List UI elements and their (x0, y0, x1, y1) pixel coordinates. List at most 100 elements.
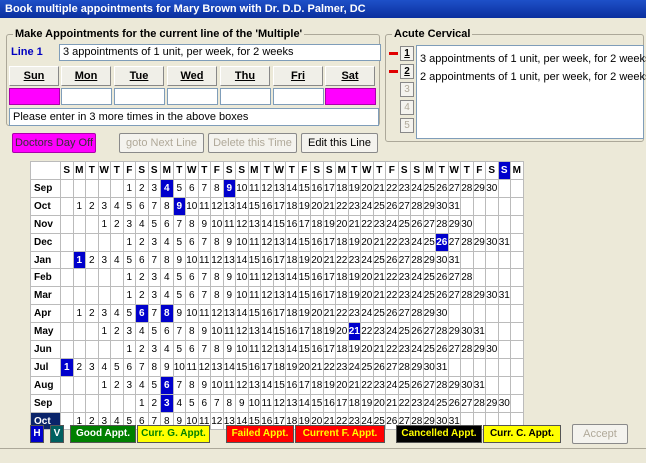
calendar-day[interactable]: 20 (310, 304, 324, 324)
calendar-day[interactable]: 19 (347, 268, 361, 288)
calendar-day[interactable]: 30 (485, 340, 499, 359)
tue-time-input[interactable] (114, 88, 165, 105)
calendar-day[interactable]: 16 (310, 286, 324, 306)
calendar-day[interactable]: 30 (460, 375, 474, 395)
calendar-day[interactable]: 27 (397, 250, 411, 270)
calendar-day[interactable]: 24 (360, 196, 374, 216)
calendar-day[interactable]: 17 (322, 179, 336, 198)
calendar-day[interactable]: 13 (272, 340, 286, 359)
calendar-day[interactable]: 8 (147, 357, 161, 377)
calendar-day[interactable]: 25 (372, 250, 386, 270)
calendar-day[interactable]: 3 (97, 304, 111, 324)
calendar-day[interactable]: 27 (447, 268, 461, 288)
calendar-day[interactable]: 24 (422, 393, 436, 413)
calendar-day[interactable]: 29 (472, 232, 486, 252)
month-label[interactable]: Oct (30, 196, 61, 216)
calendar-day[interactable]: 26 (410, 214, 424, 234)
calendar-day[interactable]: 21 (322, 304, 336, 324)
calendar-day[interactable]: 12 (210, 411, 224, 431)
calendar-day[interactable]: 26 (385, 304, 399, 324)
calendar-day[interactable]: 29 (472, 179, 486, 198)
calendar-day[interactable]: 9 (197, 214, 211, 234)
calendar-day[interactable]: 19 (347, 286, 361, 306)
calendar-day[interactable]: 2 (110, 322, 124, 342)
calendar-day[interactable]: 21 (347, 375, 361, 395)
calendar-day[interactable]: 29 (422, 304, 436, 324)
calendar-day[interactable]: 3 (147, 232, 161, 252)
calendar-day[interactable]: 5 (172, 268, 186, 288)
calendar-day[interactable]: 8 (160, 250, 174, 270)
day-header-mon[interactable]: Mon (61, 66, 111, 86)
calendar-day[interactable]: 23 (397, 232, 411, 252)
calendar-day[interactable]: 25 (422, 232, 436, 252)
calendar-day[interactable]: 21 (322, 250, 336, 270)
calendar-day[interactable]: 18 (310, 322, 324, 342)
calendar-day[interactable]: 19 (347, 232, 361, 252)
calendar-day[interactable]: 2 (135, 268, 149, 288)
calendar-day[interactable]: 10 (235, 232, 249, 252)
calendar-day[interactable]: 24 (410, 179, 424, 198)
calendar-day[interactable]: 30 (485, 286, 499, 306)
calendar-day[interactable]: 26 (385, 196, 399, 216)
calendar-day[interactable]: 18 (335, 232, 349, 252)
calendar-day[interactable]: 31 (472, 322, 486, 342)
calendar-day[interactable]: 11 (222, 375, 236, 395)
calendar-day[interactable]: 21 (372, 286, 386, 306)
calendar-day[interactable]: 19 (322, 322, 336, 342)
calendar-day[interactable]: 16 (260, 196, 274, 216)
sun-time-input[interactable] (9, 88, 60, 105)
calendar-day[interactable]: 13 (247, 214, 261, 234)
calendar-day[interactable]: 4 (160, 286, 174, 306)
calendar-day[interactable]: 26 (435, 268, 449, 288)
calendar-day[interactable]: 3 (147, 286, 161, 306)
calendar-day[interactable]: 23 (397, 286, 411, 306)
calendar-day[interactable]: 13 (272, 179, 286, 198)
calendar-day[interactable]: 4 (135, 214, 149, 234)
calendar-day[interactable]: 11 (222, 322, 236, 342)
calendar-day[interactable]: 6 (185, 268, 199, 288)
calendar-day[interactable]: 1 (97, 214, 111, 234)
calendar-day[interactable]: 5 (147, 375, 161, 395)
day-header-sun[interactable]: Sun (9, 66, 59, 86)
calendar-day[interactable]: 23 (397, 340, 411, 359)
edit-this-line-button[interactable]: Edit this Line (301, 133, 378, 153)
line-1-button[interactable]: 1 (400, 46, 414, 61)
calendar-day[interactable]: 10 (185, 250, 199, 270)
calendar-day[interactable]: 7 (210, 393, 224, 413)
month-label[interactable]: Apr (30, 304, 61, 324)
calendar-day[interactable]: 22 (335, 304, 349, 324)
calendar-day[interactable]: 18 (335, 340, 349, 359)
calendar-day[interactable]: 1 (122, 179, 136, 198)
calendar-day[interactable]: 2 (147, 393, 161, 413)
calendar-day[interactable]: 17 (322, 232, 336, 252)
wed-time-input[interactable] (167, 88, 218, 105)
calendar-day[interactable]: 12 (235, 375, 249, 395)
calendar-day[interactable]: 21 (372, 268, 386, 288)
calendar-day[interactable]: 16 (285, 322, 299, 342)
calendar-day[interactable]: 26 (435, 340, 449, 359)
calendar-day[interactable]: 13 (285, 393, 299, 413)
day-header-fri[interactable]: Fri (273, 66, 323, 86)
calendar-day[interactable]: 24 (347, 357, 361, 377)
calendar-day[interactable]: 14 (285, 268, 299, 288)
calendar-day[interactable]: 10 (172, 357, 186, 377)
calendar-day[interactable]: 6 (185, 286, 199, 306)
calendar-day[interactable]: 15 (247, 196, 261, 216)
calendar-day[interactable]: 29 (472, 340, 486, 359)
calendar-day[interactable]: 9 (235, 393, 249, 413)
calendar-day[interactable]: 15 (310, 393, 324, 413)
calendar-day[interactable]: 7 (197, 179, 211, 198)
calendar-day[interactable]: 2 (110, 375, 124, 395)
calendar-day[interactable]: 11 (185, 357, 199, 377)
calendar-day[interactable]: 7 (172, 322, 186, 342)
calendar-day[interactable]: 13 (210, 357, 224, 377)
accept-button[interactable]: Accept (572, 424, 628, 444)
calendar-day[interactable]: 8 (222, 393, 236, 413)
calendar-day[interactable]: 23 (397, 268, 411, 288)
calendar-day[interactable]: 13 (222, 250, 236, 270)
calendar-day[interactable]: 28 (460, 232, 474, 252)
calendar-day[interactable]: 28 (397, 357, 411, 377)
calendar-day[interactable]: 1 (72, 250, 86, 270)
calendar-day[interactable]: 14 (235, 250, 249, 270)
calendar-day[interactable]: 28 (472, 393, 486, 413)
